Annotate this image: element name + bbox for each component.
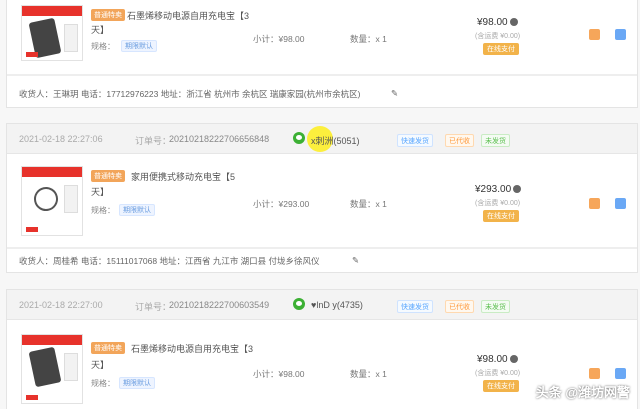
- order-price: ¥98.00: [477, 354, 518, 365]
- product-title-cont[interactable]: 天】: [91, 185, 109, 198]
- buyer-name[interactable]: ♥lnD y(4735): [311, 300, 363, 310]
- action-icon[interactable]: [589, 198, 600, 209]
- watermark-text: 头条 @潍坊网警: [535, 385, 630, 400]
- sale-badge: 普通特卖: [91, 342, 125, 354]
- product-thumbnail[interactable]: [21, 334, 83, 404]
- action-icon[interactable]: [615, 368, 626, 379]
- quantity: 数量：x 1: [350, 34, 387, 44]
- order-number[interactable]: 20210218222706656848: [169, 134, 269, 144]
- payment-status-badge: 在线支付: [483, 380, 519, 392]
- shipping-fee: (含运费 ¥0.00): [475, 200, 521, 207]
- price-value: ¥98.00: [477, 354, 508, 365]
- order-item-row: 普通特卖 家用便携式移动充电宝【5 天】 规格： 期限默认 小计：¥293.00…: [7, 154, 637, 248]
- order-number[interactable]: 20210218222700603549: [169, 300, 269, 310]
- action-icon[interactable]: [615, 198, 626, 209]
- info-icon[interactable]: [509, 355, 518, 364]
- order-card: 2021-02-18 22:27:06 订单号： 202102182227066…: [6, 123, 638, 273]
- action-icon[interactable]: [589, 29, 600, 40]
- order-item-row: 普通特卖 石墨烯移动电源自用充电宝【3 天】 规格： 期限默认 小计：¥98.0…: [7, 0, 637, 75]
- sale-badge: 普通特卖: [91, 170, 125, 182]
- buyer-name[interactable]: x刺洲(5051): [311, 134, 360, 147]
- product-title[interactable]: 石墨烯移动电源自用充电宝【3: [131, 342, 253, 355]
- info-icon[interactable]: [513, 185, 522, 194]
- spec-value: 期限默认: [119, 377, 155, 389]
- order-price: ¥98.00: [477, 17, 518, 28]
- order-time: 2021-02-18 22:27:00: [19, 300, 103, 310]
- product-thumbnail[interactable]: [21, 5, 83, 61]
- order-time: 2021-02-18 22:27:06: [19, 134, 103, 144]
- action-icon[interactable]: [615, 29, 626, 40]
- wechat-icon: [293, 132, 305, 144]
- edit-icon[interactable]: ✎: [391, 88, 398, 99]
- price-value: ¥98.00: [477, 17, 508, 28]
- spec-label: 规格：: [91, 206, 115, 215]
- product-thumbnail[interactable]: [21, 166, 83, 236]
- order-header: 2021-02-18 22:27:06 订单号： 202102182227066…: [7, 124, 637, 154]
- subtotal: 小计：¥98.00: [253, 34, 305, 44]
- order-list-page: 普通特卖 石墨烯移动电源自用充电宝【3 天】 规格： 期限默认 小计：¥98.0…: [0, 0, 640, 409]
- product-title-cont[interactable]: 天】: [91, 23, 109, 36]
- shipping-address: 收货人：王琳玥 电话：17712976223 地址：浙江省 杭州市 余杭区 瑞康…: [19, 89, 361, 99]
- tag-fast-ship[interactable]: 快速发货: [397, 134, 433, 147]
- price-value: ¥293.00: [475, 184, 512, 195]
- wechat-icon: [293, 298, 305, 310]
- tag-collected[interactable]: 已代收: [445, 134, 474, 147]
- sale-badge: 普通特卖: [91, 9, 125, 21]
- product-title-cont[interactable]: 天】: [91, 358, 109, 371]
- tag-unshipped[interactable]: 未发货: [481, 134, 510, 147]
- spec-value: 期限默认: [119, 204, 155, 216]
- spec-label: 规格：: [91, 42, 115, 51]
- payment-status-badge: 在线支付: [483, 43, 519, 55]
- payment-status-badge: 在线支付: [483, 210, 519, 222]
- quantity: 数量：x 1: [350, 369, 387, 379]
- spec-value: 期限默认: [121, 40, 157, 52]
- order-price: ¥293.00: [475, 184, 522, 195]
- shipping-fee: (含运费 ¥0.00): [475, 33, 521, 40]
- order-no-label: 订单号：: [135, 302, 172, 312]
- tag-collected[interactable]: 已代收: [445, 300, 474, 313]
- shipping-address-row: 收货人：王琳玥 电话：17712976223 地址：浙江省 杭州市 余杭区 瑞康…: [7, 75, 637, 109]
- tag-fast-ship[interactable]: 快速发货: [397, 300, 433, 313]
- tag-unshipped[interactable]: 未发货: [481, 300, 510, 313]
- info-icon[interactable]: [509, 18, 518, 27]
- action-icon[interactable]: [589, 368, 600, 379]
- order-no-label: 订单号：: [135, 136, 172, 146]
- spec-label: 规格：: [91, 379, 115, 388]
- subtotal: 小计：¥293.00: [253, 199, 310, 209]
- quantity: 数量：x 1: [350, 199, 387, 209]
- shipping-fee: (含运费 ¥0.00): [475, 370, 521, 377]
- order-header: 2021-02-18 22:27:00 订单号： 202102182227006…: [7, 290, 637, 320]
- edit-icon[interactable]: ✎: [352, 255, 359, 266]
- order-card: 普通特卖 石墨烯移动电源自用充电宝【3 天】 规格： 期限默认 小计：¥98.0…: [6, 0, 638, 108]
- shipping-address: 收货人：周桂希 电话：15111017068 地址：江西省 九江市 湖口县 付垅…: [19, 256, 320, 266]
- shipping-address-row: 收货人：周桂希 电话：15111017068 地址：江西省 九江市 湖口县 付垅…: [7, 248, 637, 270]
- subtotal: 小计：¥98.00: [253, 369, 305, 379]
- product-title[interactable]: 石墨烯移动电源自用充电宝【3: [127, 9, 249, 22]
- product-title[interactable]: 家用便携式移动充电宝【5: [131, 170, 235, 183]
